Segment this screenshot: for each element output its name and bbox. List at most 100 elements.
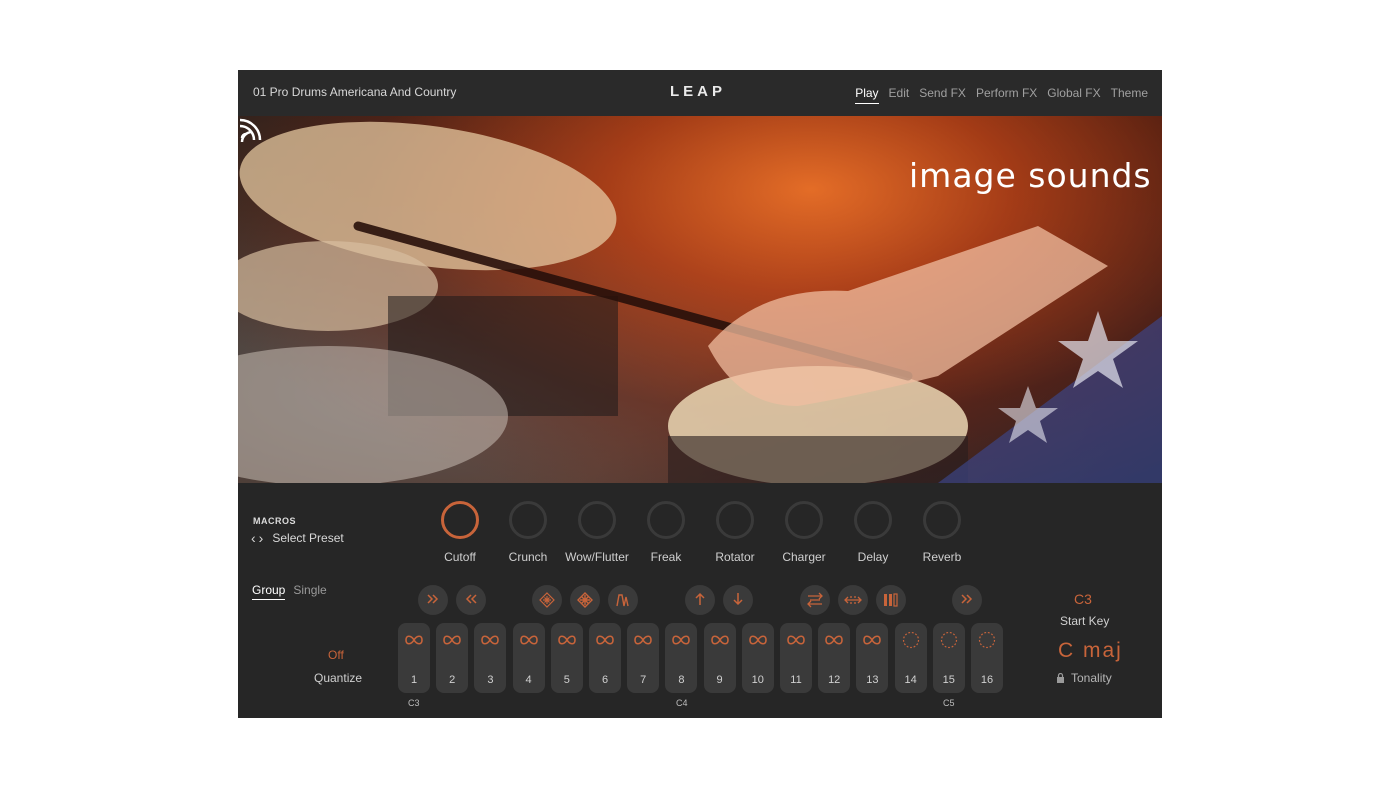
pad-12[interactable]: 12 bbox=[818, 623, 851, 693]
pad-number: 8 bbox=[678, 674, 685, 686]
loop-icon bbox=[787, 635, 805, 645]
tab-global-fx[interactable]: Global FX bbox=[1047, 86, 1100, 104]
pad-number: 15 bbox=[942, 674, 955, 686]
note-label-c3: C3 bbox=[408, 698, 420, 708]
knob-reverb[interactable]: Reverb bbox=[902, 501, 982, 564]
pad-4[interactable]: 4 bbox=[512, 623, 545, 693]
fast-forward-button[interactable] bbox=[418, 585, 448, 615]
loop-icon bbox=[405, 635, 423, 645]
tonality-row: Tonality bbox=[1056, 671, 1112, 685]
start-key-label: Start Key bbox=[1060, 614, 1110, 628]
pad-5[interactable]: 5 bbox=[550, 623, 583, 693]
tab-group[interactable]: Group bbox=[252, 583, 286, 600]
swap-button[interactable] bbox=[800, 585, 830, 615]
pad-number: 12 bbox=[828, 674, 841, 686]
knob-label: Freak bbox=[650, 550, 682, 564]
pad-7[interactable]: 7 bbox=[627, 623, 660, 693]
pad-15[interactable]: 15 bbox=[932, 623, 965, 693]
pad-number: 3 bbox=[487, 674, 494, 686]
pad-1[interactable]: 1 bbox=[398, 623, 430, 693]
knob-dial[interactable] bbox=[854, 501, 892, 539]
tab-play[interactable]: Play bbox=[855, 86, 879, 104]
envelope-button[interactable] bbox=[608, 585, 638, 615]
brand-waves-icon bbox=[239, 118, 262, 142]
pad-9[interactable]: 9 bbox=[703, 623, 736, 693]
knob-dial[interactable] bbox=[785, 501, 823, 539]
knob-rotator[interactable]: Rotator bbox=[695, 501, 775, 564]
knob-dial[interactable] bbox=[647, 501, 685, 539]
knob-label: Reverb bbox=[922, 550, 962, 564]
chevron-left-icon[interactable]: ‹ bbox=[251, 530, 256, 546]
loop-icon bbox=[710, 635, 729, 645]
knob-freak[interactable]: Freak bbox=[626, 501, 706, 564]
tab-send-fx[interactable]: Send FX bbox=[919, 86, 966, 104]
pad-8[interactable]: 8 bbox=[665, 623, 698, 693]
select-preset-button[interactable]: Select Preset bbox=[272, 531, 343, 545]
loop-icon bbox=[863, 635, 882, 645]
tab-perform-fx[interactable]: Perform FX bbox=[976, 86, 1037, 104]
pattern-dense-button[interactable] bbox=[570, 585, 600, 615]
loop-icon bbox=[596, 635, 614, 645]
loop-icon bbox=[443, 635, 461, 645]
start-key-value[interactable]: C3 bbox=[1074, 591, 1092, 607]
pattern-grid-button[interactable] bbox=[532, 585, 562, 615]
knob-wow-flutter[interactable]: Wow/Flutter bbox=[557, 501, 637, 564]
pad-6[interactable]: 6 bbox=[589, 623, 621, 693]
pad-number: 7 bbox=[640, 674, 647, 686]
loop-icon bbox=[672, 635, 691, 645]
tab-theme[interactable]: Theme bbox=[1111, 86, 1148, 104]
spread-button[interactable] bbox=[838, 585, 868, 615]
knob-dial[interactable] bbox=[578, 501, 616, 539]
envelope-shape-icon bbox=[616, 594, 629, 607]
pad-number: 11 bbox=[790, 674, 802, 686]
pad-16[interactable]: 16 bbox=[971, 623, 1003, 693]
rewind-button[interactable] bbox=[456, 585, 486, 615]
loop-icon bbox=[634, 635, 652, 645]
arrow-up-icon bbox=[695, 592, 705, 605]
bars-button[interactable] bbox=[876, 585, 906, 615]
note-label-c5: C5 bbox=[943, 698, 955, 708]
spread-arrows-icon bbox=[844, 596, 862, 604]
knob-dial[interactable] bbox=[923, 501, 961, 539]
diamond-grid-icon bbox=[539, 592, 555, 608]
pitch-down-button[interactable] bbox=[723, 585, 753, 615]
lock-icon[interactable] bbox=[1056, 673, 1065, 683]
knob-dial[interactable] bbox=[509, 501, 547, 539]
empty-circle-icon bbox=[978, 631, 996, 649]
pad-11[interactable]: 11 bbox=[780, 623, 812, 693]
knob-delay[interactable]: Delay bbox=[833, 501, 913, 564]
knob-crunch[interactable]: Crunch bbox=[488, 501, 568, 564]
hero-artwork: image sounds bbox=[238, 116, 1162, 483]
pad-number: 1 bbox=[410, 674, 418, 686]
pad-number: 9 bbox=[716, 674, 723, 686]
preset-name[interactable]: 01 Pro Drums Americana And Country bbox=[253, 85, 456, 99]
pad-13[interactable]: 13 bbox=[856, 623, 889, 693]
pad-10[interactable]: 10 bbox=[741, 623, 774, 693]
macros-title: MACROS bbox=[253, 516, 296, 526]
quantize-value[interactable]: Off bbox=[328, 648, 344, 662]
knob-charger[interactable]: Charger bbox=[764, 501, 844, 564]
knob-label: Charger bbox=[782, 550, 826, 564]
tonality-label: Tonality bbox=[1071, 671, 1112, 685]
knob-label: Delay bbox=[857, 550, 889, 564]
note-label-c4: C4 bbox=[676, 698, 688, 708]
loop-icon bbox=[557, 635, 576, 645]
knob-label: Wow/Flutter bbox=[565, 550, 629, 564]
pad-number: 14 bbox=[904, 674, 917, 686]
knob-label: Crunch bbox=[508, 550, 548, 564]
pad-number: 10 bbox=[751, 674, 764, 686]
loop-icon bbox=[825, 635, 843, 645]
pad-14[interactable]: 14 bbox=[894, 623, 927, 693]
knob-dial[interactable] bbox=[716, 501, 754, 539]
empty-circle-icon bbox=[902, 631, 919, 649]
pad-3[interactable]: 3 bbox=[474, 623, 507, 693]
tab-edit[interactable]: Edit bbox=[889, 86, 910, 104]
pitch-up-button[interactable] bbox=[685, 585, 715, 615]
pad-number: 4 bbox=[525, 674, 532, 686]
tonality-value[interactable]: C maj bbox=[1058, 639, 1123, 663]
next-button[interactable] bbox=[952, 585, 982, 615]
pad-2[interactable]: 2 bbox=[436, 623, 469, 693]
chevron-right-icon[interactable]: › bbox=[259, 530, 264, 546]
tab-single[interactable]: Single bbox=[293, 583, 326, 600]
knob-dial[interactable] bbox=[441, 501, 479, 539]
